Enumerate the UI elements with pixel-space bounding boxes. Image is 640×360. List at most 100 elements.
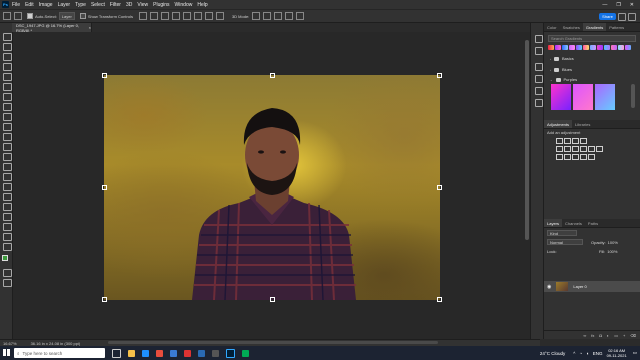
blend-mode-dropdown[interactable]: Normal [547,239,583,245]
purples-gradient-2[interactable] [573,84,593,110]
move-tool-icon[interactable] [3,12,11,20]
tray-chevron-icon[interactable]: ^ [573,351,575,356]
dodge-tool-icon[interactable] [3,173,12,181]
frame-tool-icon[interactable] [3,83,12,91]
notification-icon[interactable]: ▭ [633,350,637,356]
brush-panel-icon[interactable] [535,63,543,71]
document-tab[interactable]: DSC_1947.JPG @ 16.7% (Layer 0, RGB/8) * … [12,23,92,33]
opera-icon[interactable] [184,349,191,357]
transform-handle[interactable] [270,73,275,78]
search-icon[interactable] [618,13,626,21]
healing-brush-tool-icon[interactable] [3,103,12,111]
hand-tool-icon[interactable] [3,223,12,231]
gradient-swatch[interactable] [555,45,561,50]
pan-3d-icon[interactable] [274,12,283,20]
windows-start-icon[interactable] [3,349,10,356]
orbit-3d-icon[interactable] [252,12,261,20]
align-bottom-icon[interactable] [193,12,202,20]
channel-mixer-icon[interactable] [596,146,603,152]
rectangle-tool-icon[interactable] [3,213,12,221]
auto-select-checkbox[interactable] [27,13,33,19]
levels-icon[interactable] [564,138,571,144]
word-icon[interactable] [198,349,205,357]
brightness-contrast-icon[interactable] [556,138,563,144]
mask-icon[interactable]: ◘ [599,333,601,338]
clone-stamp-tool-icon[interactable] [3,123,12,131]
gradient-swatch[interactable] [618,45,624,50]
fill-value[interactable]: 100% [607,249,617,254]
gradient-search-input[interactable]: Search Gradients [548,35,636,42]
purples-gradient-3[interactable] [595,84,615,110]
tab-paths[interactable]: Paths [585,219,601,227]
auto-select-option[interactable]: Auto-Select: Layer [27,12,75,20]
invert-icon[interactable] [556,154,563,160]
gradient-tool-icon[interactable] [3,153,12,161]
menu-view[interactable]: View [137,2,148,8]
gradient-swatch[interactable] [569,45,575,50]
minimize-icon[interactable]: — [602,2,607,8]
gradient-swatch[interactable] [604,45,610,50]
properties-panel-icon[interactable] [535,47,543,55]
gradient-swatch[interactable] [583,45,589,50]
character-panel-icon[interactable] [535,75,543,83]
edit-toolbar-icon[interactable] [3,243,12,251]
gradient-swatch[interactable] [597,45,603,50]
auto-select-dropdown[interactable]: Layer [58,12,75,20]
wifi-icon[interactable]: ◔ [579,351,582,356]
marquee-tool-icon[interactable] [3,43,12,51]
tab-gradients[interactable]: Gradients [582,23,607,31]
trash-icon[interactable]: ⌫ [630,333,636,338]
new-fill-icon[interactable]: ◐ [607,333,609,338]
language-indicator[interactable]: ENG [593,351,603,356]
gradient-map-icon[interactable] [580,154,587,160]
more-options-icon[interactable] [215,12,224,20]
gradient-folder-blues[interactable]: › Blues [550,67,572,72]
menu-layer[interactable]: Layer [58,2,71,8]
taskbar-search-input[interactable]: ⌕ Type here to search [14,348,105,358]
clock[interactable]: 02:16 AM 09-11-2021 [607,348,627,358]
menu-window[interactable]: Window [175,2,193,8]
zoom-level[interactable]: 16.67% [3,341,17,346]
transform-handle[interactable] [270,297,275,302]
foreground-color-swatch[interactable] [2,255,8,261]
spotify-icon[interactable] [242,349,249,357]
transform-controls-option[interactable]: Show Transform Controls [79,13,133,19]
screen-mode-icon[interactable] [3,279,12,287]
tab-layers[interactable]: Layers [544,219,563,227]
new-layer-icon[interactable]: + [623,333,625,338]
fill-control[interactable]: Fill: 100% [599,249,617,254]
tab-patterns[interactable]: Patterns [606,23,627,31]
transform-handle[interactable] [437,297,442,302]
transform-handle[interactable] [437,185,442,190]
layer-filter-dropdown[interactable]: Kind [547,230,577,236]
task-view-icon[interactable] [112,348,121,358]
menu-filter[interactable]: Filter [110,2,121,8]
transform-controls-checkbox[interactable] [79,13,86,19]
home-icon[interactable] [14,12,22,20]
crop-tool-icon[interactable] [3,73,12,81]
eraser-tool-icon[interactable] [3,143,12,151]
color-balance-icon[interactable] [572,146,579,152]
exposure-icon[interactable] [580,138,587,144]
menu-help[interactable]: Help [197,2,207,8]
hue-saturation-icon[interactable] [564,146,571,152]
pen-tool-icon[interactable] [3,183,12,191]
align-right-icon[interactable] [160,12,169,20]
threshold-icon[interactable] [572,154,579,160]
tab-adjustments[interactable]: Adjustments [544,120,573,128]
document-canvas[interactable] [104,75,440,300]
chrome-icon[interactable] [156,349,163,357]
menu-plugins[interactable]: Plugins [153,2,169,8]
gradients-scrollbar[interactable] [631,84,635,108]
menu-select[interactable]: Select [91,2,105,8]
gradient-swatch[interactable] [548,45,554,50]
transform-handle[interactable] [102,185,107,190]
transform-handle[interactable] [102,73,107,78]
weather-widget[interactable]: 24°C Cloudy [540,351,565,356]
gradient-swatch[interactable] [590,45,596,50]
tab-channels[interactable]: Channels [562,219,585,227]
gradient-swatch[interactable] [625,45,631,50]
gradient-folder-purples[interactable]: ⌄ Purples [550,77,577,82]
layer-name[interactable]: Layer 0 [573,284,586,289]
mail-icon[interactable] [170,349,177,357]
